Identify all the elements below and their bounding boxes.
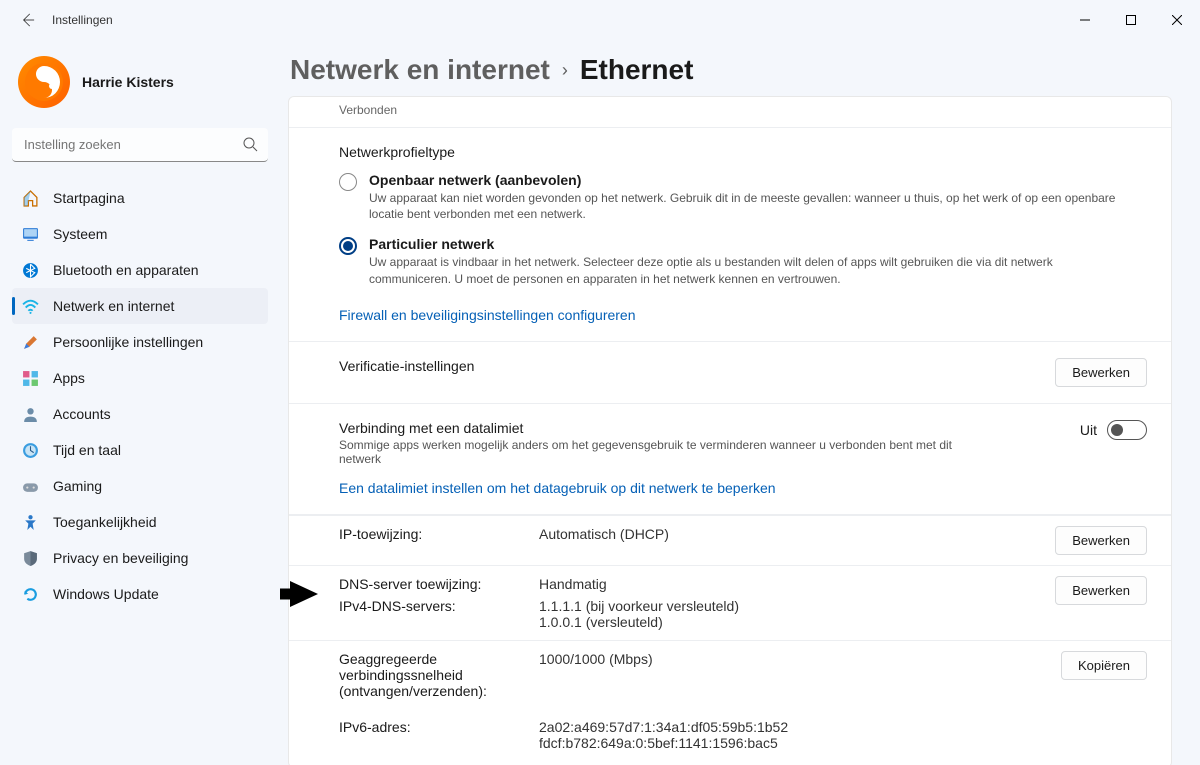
ip-assign-label: IP-toewijzing: <box>339 526 539 542</box>
firewall-link[interactable]: Firewall en beveiligingsinstellingen con… <box>339 307 636 323</box>
network-profile-title: Netwerkprofieltype <box>339 144 1147 160</box>
agg-speed-label: Geaggregeerde verbindingssnelheid (ontva… <box>339 651 539 699</box>
sidebar-item-label: Apps <box>53 370 85 386</box>
ip-assign-value: Automatisch (DHCP) <box>539 526 1055 542</box>
sidebar-item-label: Accounts <box>53 406 111 422</box>
close-button[interactable] <box>1154 0 1200 40</box>
agg-speed-value: 1000/1000 (Mbps) <box>539 651 1061 667</box>
ipv4-dns-label: IPv4-DNS-servers: <box>339 598 539 614</box>
ipv6-addr-value-2: fdcf:b782:649a:0:5bef:1141:1596:bac5 <box>539 735 1147 751</box>
radio-public-network[interactable] <box>339 173 357 191</box>
sidebar-item-account[interactable]: Accounts <box>12 396 268 432</box>
copy-button[interactable]: Kopiëren <box>1061 651 1147 680</box>
sidebar-item-access[interactable]: Toegankelijkheid <box>12 504 268 540</box>
sidebar-item-gaming[interactable]: Gaming <box>12 468 268 504</box>
sidebar-item-apps[interactable]: Apps <box>12 360 268 396</box>
breadcrumb: Netwerk en internet › Ethernet <box>290 54 1172 86</box>
dns-assign-label: DNS-server toewijzing: <box>339 576 539 592</box>
metered-desc: Sommige apps werken mogelijk anders om h… <box>339 438 989 466</box>
sidebar-item-label: Tijd en taal <box>53 442 121 458</box>
sidebar-item-label: Privacy en beveiliging <box>53 550 188 566</box>
search-icon <box>242 136 258 157</box>
update-icon <box>22 586 39 603</box>
window-title: Instellingen <box>52 13 113 27</box>
sidebar-item-brush[interactable]: Persoonlijke instellingen <box>12 324 268 360</box>
private-network-desc: Uw apparaat is vindbaar in het netwerk. … <box>369 254 1129 286</box>
metered-toggle[interactable] <box>1107 420 1147 440</box>
chevron-right-icon: › <box>562 60 568 81</box>
dns-edit-button[interactable]: Bewerken <box>1055 576 1147 605</box>
access-icon <box>22 514 39 531</box>
privacy-icon <box>22 550 39 567</box>
sidebar-item-label: Bluetooth en apparaten <box>53 262 199 278</box>
sidebar-item-update[interactable]: Windows Update <box>12 576 268 612</box>
profile-name: Harrie Kisters <box>82 74 174 90</box>
sidebar-item-label: Netwerk en internet <box>53 298 174 314</box>
sidebar-item-label: Windows Update <box>53 586 159 602</box>
sidebar-item-label: Persoonlijke instellingen <box>53 334 203 350</box>
ip-edit-button[interactable]: Bewerken <box>1055 526 1147 555</box>
metered-title: Verbinding met een datalimiet <box>339 420 1064 436</box>
verification-edit-button[interactable]: Bewerken <box>1055 358 1147 387</box>
ipv6-addr-value-1: 2a02:a469:57d7:1:34a1:df05:59b5:1b52 <box>539 719 1147 735</box>
dns-assign-value: Handmatig <box>539 576 1055 592</box>
bluetooth-icon <box>22 262 39 279</box>
private-network-label: Particulier netwerk <box>369 236 1129 252</box>
ipv4-dns-value-1: 1.1.1.1 (bij voorkeur versleuteld) <box>539 598 1055 614</box>
public-network-label: Openbaar netwerk (aanbevolen) <box>369 172 1129 188</box>
sidebar-item-label: Systeem <box>53 226 107 242</box>
sidebar-item-system[interactable]: Systeem <box>12 216 268 252</box>
avatar <box>18 56 70 108</box>
time-icon <box>22 442 39 459</box>
sidebar-item-label: Toegankelijkheid <box>53 514 157 530</box>
system-icon <box>22 226 39 243</box>
minimize-button[interactable] <box>1062 0 1108 40</box>
sidebar-item-bluetooth[interactable]: Bluetooth en apparaten <box>12 252 268 288</box>
back-button[interactable] <box>14 6 42 34</box>
metered-toggle-label: Uit <box>1080 422 1097 438</box>
brush-icon <box>22 334 39 351</box>
sidebar-item-wifi[interactable]: Netwerk en internet <box>12 288 268 324</box>
apps-icon <box>22 370 39 387</box>
breadcrumb-current: Ethernet <box>580 54 694 86</box>
breadcrumb-parent[interactable]: Netwerk en internet <box>290 54 550 86</box>
home-icon <box>22 190 39 207</box>
sidebar-item-time[interactable]: Tijd en taal <box>12 432 268 468</box>
search-box[interactable] <box>12 128 268 162</box>
account-icon <box>22 406 39 423</box>
connection-status: Verbonden <box>289 97 1171 128</box>
data-limit-link[interactable]: Een datalimiet instellen om het datagebr… <box>339 480 776 496</box>
maximize-button[interactable] <box>1108 0 1154 40</box>
ipv6-addr-label: IPv6-adres: <box>339 719 539 735</box>
wifi-icon <box>22 298 39 315</box>
sidebar-item-privacy[interactable]: Privacy en beveiliging <box>12 540 268 576</box>
sidebar-item-label: Startpagina <box>53 190 125 206</box>
search-input[interactable] <box>12 128 268 162</box>
verification-title: Verificatie-instellingen <box>339 358 1039 374</box>
ipv4-dns-value-2: 1.0.0.1 (versleuteld) <box>539 614 1055 630</box>
sidebar-item-home[interactable]: Startpagina <box>12 180 268 216</box>
radio-private-network[interactable] <box>339 237 357 255</box>
public-network-desc: Uw apparaat kan niet worden gevonden op … <box>369 190 1129 222</box>
annotation-arrow <box>280 580 322 608</box>
gaming-icon <box>22 478 39 495</box>
sidebar-item-label: Gaming <box>53 478 102 494</box>
profile-header[interactable]: Harrie Kisters <box>12 48 268 124</box>
